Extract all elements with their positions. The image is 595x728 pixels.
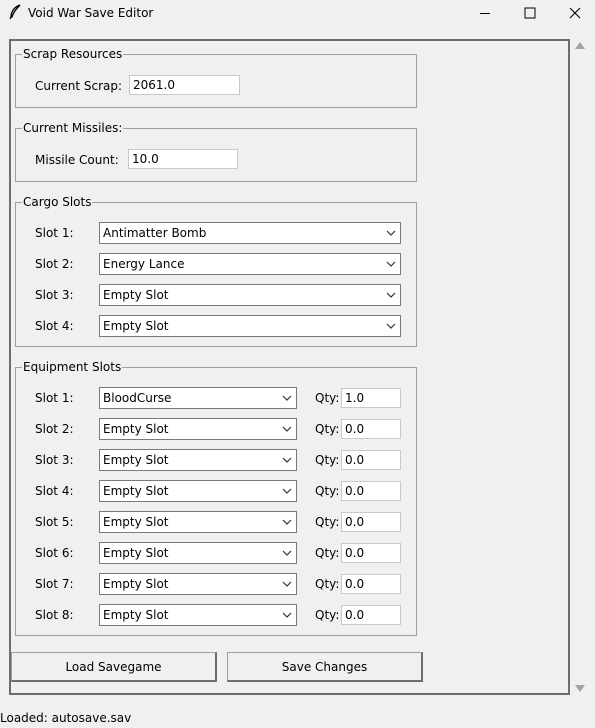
equipment-slot-6-qty-input[interactable]: 0.0 — [341, 543, 401, 563]
qty-label: Qty: — [315, 391, 340, 405]
qty-label: Qty: — [315, 608, 340, 622]
equipment-slot-label: Slot 4: — [35, 484, 74, 498]
equipment-slot-5-select[interactable]: Empty Slot — [99, 511, 297, 533]
feather-icon — [9, 4, 21, 20]
missile-count-input[interactable]: 10.0 — [128, 149, 238, 169]
save-changes-button[interactable]: Save Changes — [227, 652, 423, 682]
equipment-slot-value: Empty Slot — [103, 577, 169, 591]
chevron-down-icon — [282, 612, 292, 618]
equipment-slot-5-qty-input[interactable]: 0.0 — [341, 512, 401, 532]
equipment-slot-8-qty-input[interactable]: 0.0 — [341, 605, 401, 625]
cargo-slot-label: Slot 2: — [35, 257, 74, 271]
equipment-slot-6-select[interactable]: Empty Slot — [99, 542, 297, 564]
chevron-down-icon — [282, 581, 292, 587]
equipment-slot-label: Slot 2: — [35, 422, 74, 436]
cargo-slot-label: Slot 4: — [35, 319, 74, 333]
equipment-slot-1-select[interactable]: BloodCurse — [99, 387, 297, 409]
current-scrap-input[interactable]: 2061.0 — [129, 75, 240, 95]
qty-label: Qty: — [315, 453, 340, 467]
minimize-icon — [480, 13, 490, 14]
minimize-button[interactable] — [462, 0, 508, 26]
equipment-slots-legend: Equipment Slots — [22, 360, 123, 374]
cargo-slot-4-select[interactable]: Empty Slot — [99, 315, 401, 337]
equipment-slot-value: Empty Slot — [103, 515, 169, 529]
cargo-slot-value: Empty Slot — [103, 319, 169, 333]
equipment-slot-3-qty-input[interactable]: 0.0 — [341, 450, 401, 470]
qty-label: Qty: — [315, 515, 340, 529]
equipment-slot-2-qty-input[interactable]: 0.0 — [341, 419, 401, 439]
maximize-icon — [524, 7, 536, 19]
qty-label: Qty: — [315, 484, 340, 498]
maximize-button[interactable] — [507, 0, 553, 26]
qty-label: Qty: — [315, 422, 340, 436]
chevron-down-icon — [282, 488, 292, 494]
current-scrap-label: Current Scrap: — [35, 79, 123, 93]
title-bar: Void War Save Editor — [0, 0, 595, 26]
equipment-slot-label: Slot 1: — [35, 391, 74, 405]
equipment-slot-2-select[interactable]: Empty Slot — [99, 418, 297, 440]
equipment-slot-7-qty-input[interactable]: 0.0 — [341, 574, 401, 594]
chevron-down-icon — [386, 261, 396, 267]
equipment-slot-value: Empty Slot — [103, 484, 169, 498]
qty-label: Qty: — [315, 546, 340, 560]
equipment-slot-1-qty-input[interactable]: 1.0 — [341, 388, 401, 408]
equipment-slot-value: Empty Slot — [103, 422, 169, 436]
equipment-slot-label: Slot 8: — [35, 608, 74, 622]
scrap-resources-legend: Scrap Resources — [22, 47, 124, 61]
equipment-slot-value: Empty Slot — [103, 546, 169, 560]
window-title: Void War Save Editor — [28, 6, 154, 20]
equipment-slot-label: Slot 3: — [35, 453, 74, 467]
cargo-slot-value: Empty Slot — [103, 288, 169, 302]
equipment-slot-4-qty-input[interactable]: 0.0 — [341, 481, 401, 501]
cargo-slots-legend: Cargo Slots — [22, 195, 93, 209]
cargo-slot-1-select[interactable]: Antimatter Bomb — [99, 222, 401, 244]
vertical-scrollbar[interactable] — [573, 39, 587, 695]
chevron-down-icon — [282, 426, 292, 432]
current-missiles-legend: Current Missiles: — [22, 121, 124, 135]
cargo-slot-value: Antimatter Bomb — [103, 226, 207, 240]
load-savegame-button[interactable]: Load Savegame — [11, 652, 217, 682]
scroll-up-icon[interactable] — [575, 42, 585, 49]
equipment-slot-label: Slot 5: — [35, 515, 74, 529]
close-icon — [569, 7, 581, 19]
chevron-down-icon — [386, 292, 396, 298]
equipment-slot-3-select[interactable]: Empty Slot — [99, 449, 297, 471]
cargo-slot-3-select[interactable]: Empty Slot — [99, 284, 401, 306]
equipment-slot-4-select[interactable]: Empty Slot — [99, 480, 297, 502]
chevron-down-icon — [282, 550, 292, 556]
cargo-slot-2-select[interactable]: Energy Lance — [99, 253, 401, 275]
missile-count-label: Missile Count: — [35, 153, 119, 167]
equipment-slot-7-select[interactable]: Empty Slot — [99, 573, 297, 595]
cargo-slot-value: Energy Lance — [103, 257, 185, 271]
close-button[interactable] — [552, 0, 595, 26]
status-text: Loaded: autosave.sav — [0, 711, 132, 725]
equipment-slot-label: Slot 6: — [35, 546, 74, 560]
cargo-slot-label: Slot 1: — [35, 226, 74, 240]
equipment-slot-value: BloodCurse — [103, 391, 172, 405]
chevron-down-icon — [282, 519, 292, 525]
scroll-down-icon[interactable] — [575, 685, 585, 692]
chevron-down-icon — [282, 395, 292, 401]
cargo-slot-label: Slot 3: — [35, 288, 74, 302]
equipment-slot-value: Empty Slot — [103, 453, 169, 467]
chevron-down-icon — [386, 323, 396, 329]
equipment-slot-label: Slot 7: — [35, 577, 74, 591]
equipment-slot-8-select[interactable]: Empty Slot — [99, 604, 297, 626]
qty-label: Qty: — [315, 577, 340, 591]
chevron-down-icon — [386, 230, 396, 236]
chevron-down-icon — [282, 457, 292, 463]
equipment-slot-value: Empty Slot — [103, 608, 169, 622]
